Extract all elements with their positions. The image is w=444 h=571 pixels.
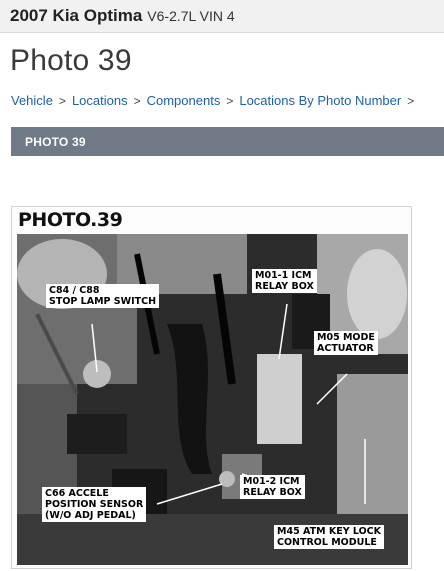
vehicle-engine: V6-2.7L VIN 4 [147, 8, 235, 24]
component-photo: PHOTO.39 C84 / C88 STOP LAMP SWITCH M01-… [11, 206, 412, 569]
vehicle-name: 2007 Kia Optima [10, 6, 143, 25]
breadcrumb-vehicle[interactable]: Vehicle [11, 93, 53, 108]
section-header: PHOTO 39 [11, 127, 444, 156]
vehicle-header: 2007 Kia Optima V6-2.7L VIN 4 [0, 0, 444, 33]
photo-relay-box-upper [257, 354, 302, 444]
photo-connector [83, 360, 111, 388]
callout-stop-lamp-switch: C84 / C88 STOP LAMP SWITCH [46, 284, 160, 308]
breadcrumb-separator: > [226, 93, 234, 108]
breadcrumb-separator: > [407, 93, 415, 108]
photo-title: PHOTO.39 [18, 209, 123, 231]
callout-icm-relay-box-2: M01-2 ICM RELAY BOX [240, 475, 305, 499]
photo-bracket [67, 414, 127, 454]
breadcrumb-locations[interactable]: Locations [72, 93, 128, 108]
callout-accel-position-sensor: C66 ACCELE POSITION SENSOR (W/O ADJ PEDA… [42, 487, 147, 522]
page-title: Photo 39 [10, 44, 132, 77]
breadcrumb-components[interactable]: Components [147, 93, 221, 108]
breadcrumb-separator: > [133, 93, 141, 108]
section-label: PHOTO 39 [25, 134, 86, 149]
callout-mode-actuator: M05 MODE ACTUATOR [314, 331, 378, 355]
breadcrumb-locations-by-photo-number[interactable]: Locations By Photo Number [239, 93, 401, 108]
callout-key-lock-control-module: M45 ATM KEY LOCK CONTROL MODULE [274, 525, 384, 549]
callout-icm-relay-box-1: M01-1 ICM RELAY BOX [252, 269, 317, 293]
breadcrumb: Vehicle > Locations > Components > Locat… [11, 93, 420, 108]
photo-right-highlight [347, 249, 407, 339]
breadcrumb-separator: > [58, 93, 66, 108]
